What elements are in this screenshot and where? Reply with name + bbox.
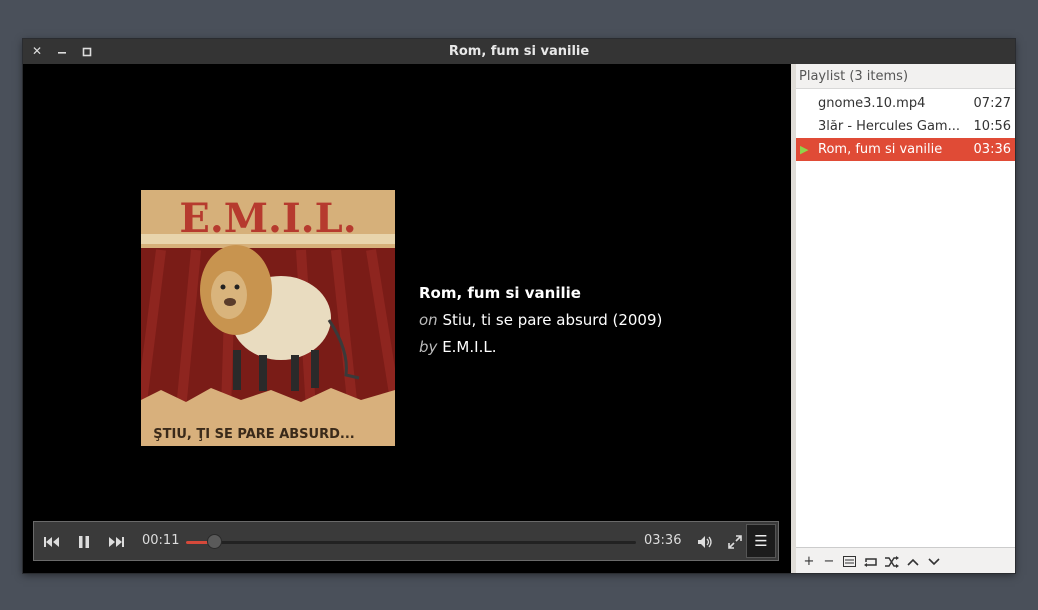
- album-art-header: E.M.I.L.: [179, 195, 356, 242]
- next-icon[interactable]: [104, 522, 128, 560]
- previous-icon[interactable]: [40, 522, 64, 560]
- playlist-header: Playlist (3 items): [796, 64, 1015, 89]
- total-time: 03:36: [644, 533, 682, 548]
- album-line: on Stiu, ti se pare absurd (2009): [419, 307, 662, 334]
- album-art-footer: ŞTIU, ŢI SE PARE ABSURD...: [153, 427, 354, 442]
- seek-bar[interactable]: [186, 541, 636, 544]
- clear-icon[interactable]: [839, 551, 859, 570]
- shuffle-icon[interactable]: [882, 551, 902, 570]
- by-prefix: by: [419, 338, 438, 356]
- track-title: Rom, fum si vanilie: [419, 284, 581, 302]
- now-playing-icon: ▶: [800, 143, 809, 156]
- title-bar: ✕ Rom, fum si vanilie: [23, 39, 1015, 64]
- playlist-item-name: gnome3.10.mp4: [818, 96, 926, 111]
- move-down-icon[interactable]: [924, 551, 944, 570]
- move-up-icon[interactable]: [903, 551, 923, 570]
- on-prefix: on: [419, 311, 438, 329]
- repeat-icon[interactable]: [861, 551, 881, 570]
- artist-name: E.M.I.L.: [442, 338, 497, 356]
- artist-line: by E.M.I.L.: [419, 334, 662, 361]
- remove-icon[interactable]: −: [819, 551, 839, 570]
- album-art: E.M.I.L. ŞTIU, ŢI SE PARE ABSURD...: [141, 190, 395, 446]
- player-window: ✕ Rom, fum si vanilie E.M.I.L. ŞTIU, ŢI …: [23, 39, 1015, 573]
- album-name: Stiu, ti se pare absurd (2009): [442, 311, 663, 329]
- playlist-panel: Playlist (3 items) gnome3.10.mp4 07:27 3…: [796, 64, 1015, 573]
- playlist-item-active[interactable]: ▶ Rom, fum si vanilie 03:36: [796, 138, 1015, 161]
- playlist-item-duration: 03:36: [973, 142, 1011, 157]
- playlist-item-name: 3lăr - Hercules Gam...: [818, 119, 960, 134]
- playlist-item[interactable]: gnome3.10.mp4 07:27: [796, 92, 1015, 115]
- fullscreen-icon[interactable]: [724, 522, 746, 560]
- seek-handle[interactable]: [206, 534, 222, 549]
- volume-icon[interactable]: [694, 522, 716, 560]
- playlist-item-name: Rom, fum si vanilie: [818, 142, 943, 157]
- playlist-item[interactable]: 3lăr - Hercules Gam... 10:56: [796, 115, 1015, 138]
- playlist-item-duration: 10:56: [973, 119, 1011, 134]
- track-info: Rom, fum si vanilie on Stiu, ti se pare …: [419, 280, 662, 361]
- playlist-item-duration: 07:27: [973, 96, 1011, 111]
- window-title: Rom, fum si vanilie: [448, 44, 590, 59]
- add-icon[interactable]: +: [799, 551, 819, 570]
- menu-icon[interactable]: ☰: [746, 524, 776, 558]
- elapsed-time: 00:11: [142, 533, 180, 548]
- pause-icon[interactable]: [72, 522, 96, 560]
- playlist-toolbar: + −: [796, 547, 1015, 573]
- seek-bar-fill: [186, 541, 209, 544]
- video-area[interactable]: E.M.I.L. ŞTIU, ŢI SE PARE ABSURD... Rom,…: [23, 64, 791, 573]
- control-bar: 00:11 03:36 ☰: [33, 521, 779, 561]
